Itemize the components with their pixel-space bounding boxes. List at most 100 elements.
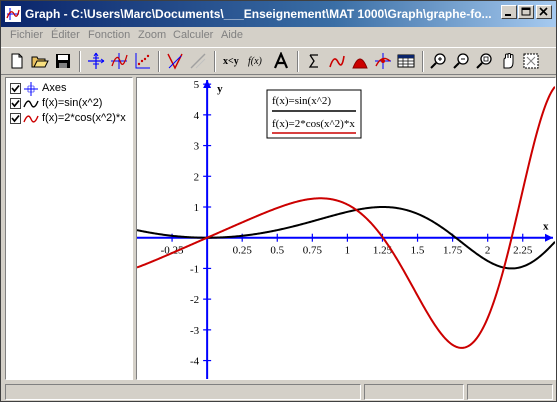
y-axis-label: y [217, 83, 223, 95]
toolbar-separator [214, 51, 216, 72]
minimize-button[interactable] [501, 5, 517, 19]
move-system-icon [503, 52, 514, 69]
evaluate-icon [308, 54, 318, 68]
close-button[interactable] [536, 5, 552, 19]
menu-aide[interactable]: Aide [221, 29, 243, 41]
maximize-icon [521, 7, 531, 16]
y-tick-label: 3 [194, 141, 200, 153]
axes-icon [88, 52, 105, 69]
insert-tangent-icon [167, 53, 183, 70]
window-title: Graph - C:\Users\Marc\Documents\___Ensei… [25, 7, 492, 21]
function-label: f(x)=sin(x^2) [42, 97, 103, 109]
graph-window: Graph - C:\Users\Marc\Documents\___Ensei… [0, 0, 557, 402]
red-curve-icon [23, 112, 39, 126]
legend[interactable]: f(x)=sin(x^2) f(x)=2*cos(x^2)*x [266, 89, 362, 139]
function-label: f(x)=2*cos(x^2)*x [42, 112, 126, 124]
function-checkbox[interactable] [10, 113, 21, 124]
insert-shading-icon [190, 53, 206, 69]
xy-relation-label: x<y [223, 56, 239, 67]
insert-shading-button[interactable] [188, 51, 208, 71]
curve-icon [329, 55, 345, 68]
x-tick-label: 1.75 [443, 245, 463, 257]
x-axis-label: x [543, 221, 549, 233]
new-file-button[interactable] [7, 51, 27, 71]
maximize-button[interactable] [518, 5, 534, 19]
table-button[interactable] [396, 51, 416, 71]
y-tick-label: 5 [194, 79, 200, 91]
y-tick-label: -3 [190, 325, 200, 337]
zoom-out-button[interactable] [452, 51, 472, 71]
zoom-in-button[interactable] [429, 51, 449, 71]
new-file-icon [11, 53, 23, 69]
status-panel-extra [467, 384, 553, 400]
fx-button[interactable]: f(x) [246, 51, 266, 71]
save-button[interactable] [53, 51, 73, 71]
status-panel-main [5, 384, 361, 400]
close-icon [539, 7, 548, 16]
function-checkbox[interactable] [10, 98, 21, 109]
fx-label: f(x) [248, 56, 263, 67]
y-tick-label: 2 [194, 171, 200, 183]
toolbar-separator [158, 51, 160, 72]
insert-function-icon [111, 53, 128, 69]
open-folder-icon [31, 56, 49, 68]
insert-label-icon [273, 52, 289, 69]
move-system-button[interactable] [498, 51, 518, 71]
x-tick-label: 0.75 [303, 245, 323, 257]
trace-button[interactable] [373, 51, 393, 71]
legend-label-cos: f(x)=2*cos(x^2)*x [272, 118, 355, 130]
toolbar-separator [422, 51, 424, 72]
trace-icon [375, 53, 391, 69]
checkmark-icon [11, 99, 20, 108]
title-bar[interactable]: Graph - C:\Users\Marc\Documents\___Ensei… [1, 1, 556, 27]
insert-point-series-button[interactable] [132, 51, 152, 71]
function-list-panel: Axes f(x)=sin(x^2) f(x)=2*cos(x^2)*x [5, 77, 133, 380]
black-curve-icon [23, 97, 39, 111]
toolbar-separator [79, 51, 81, 72]
menu-editer[interactable]: Éditer [51, 29, 80, 41]
status-panel-coords [364, 384, 464, 400]
insert-relation-button[interactable]: x<y [221, 51, 241, 71]
insert-function-button[interactable] [109, 51, 129, 71]
menu-fichier[interactable]: Fichier [10, 29, 43, 41]
graph-area[interactable]: -0.25 0.25 0.5 0.75 1 1.25 1.5 1.75 2 2.25 5 4 3 2 1 -1… [136, 77, 556, 380]
menu-zoom[interactable]: Zoom [138, 29, 166, 41]
x-tick-label: 2.25 [513, 245, 533, 257]
insert-tangent-button[interactable] [165, 51, 185, 71]
y-tick-label: -4 [190, 356, 200, 368]
insert-label-button[interactable] [271, 51, 291, 71]
checkmark-icon [11, 114, 20, 123]
menu-calculer[interactable]: Calculer [173, 29, 213, 41]
zoom-in-icon [430, 53, 446, 69]
zoom-square-button[interactable] [475, 51, 495, 71]
axes-button[interactable] [86, 51, 106, 71]
x-tick-label: 1.5 [411, 245, 425, 257]
insert-series-curve-button[interactable] [327, 51, 347, 71]
menu-fonction[interactable]: Fonction [88, 29, 130, 41]
y-tick-label: -2 [190, 294, 199, 306]
function-label: Axes [42, 82, 67, 94]
zoom-standard-icon [523, 53, 539, 69]
save-icon [56, 54, 70, 68]
axes-icon [23, 82, 39, 96]
checkmark-icon [11, 84, 20, 93]
plot-svg[interactable]: -0.25 0.25 0.5 0.75 1 1.25 1.5 1.75 2 2.2554321-1… [137, 78, 555, 379]
zoom-standard-button[interactable] [521, 51, 541, 71]
graph-app-icon[interactable] [5, 6, 21, 22]
area-button[interactable] [350, 51, 370, 71]
status-bar [1, 382, 556, 401]
zoom-out-icon [453, 53, 469, 69]
x-tick-label: 2 [485, 245, 491, 257]
x-tick-label: 0.25 [233, 245, 253, 257]
x-tick-label: 1 [345, 245, 351, 257]
table-icon [397, 54, 415, 68]
evaluate-button[interactable] [304, 51, 324, 71]
axes-checkbox[interactable] [10, 83, 21, 94]
insert-point-series-icon [135, 53, 150, 69]
open-file-button[interactable] [30, 51, 50, 71]
y-tick-label: 4 [194, 110, 200, 122]
menu-bar: Fichier Éditer Fonction Zoom Calculer Ai… [1, 27, 556, 45]
legend-label-sin: f(x)=sin(x^2) [272, 95, 331, 107]
zoom-square-icon [476, 53, 492, 69]
area-icon [352, 58, 368, 69]
